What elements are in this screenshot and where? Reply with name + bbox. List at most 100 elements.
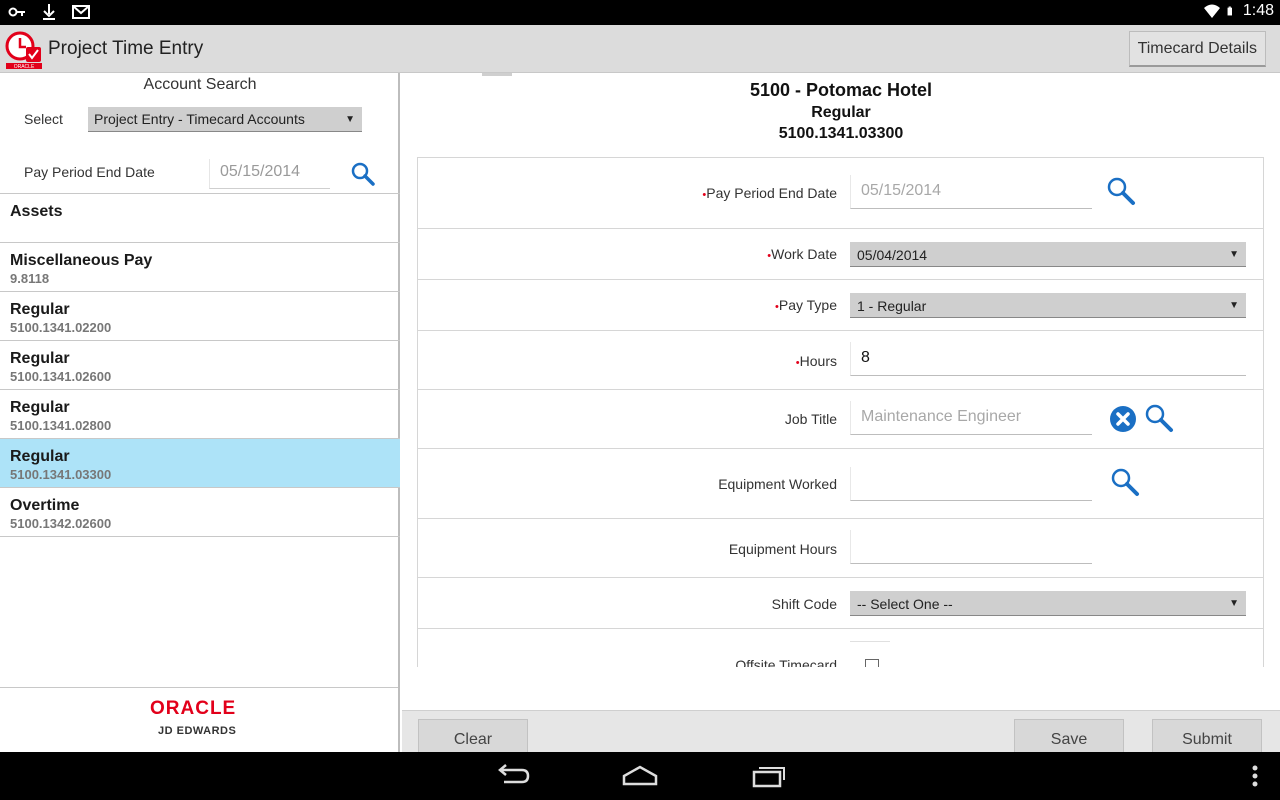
work-date-label: •Work Date (767, 246, 837, 262)
account-title: Miscellaneous Pay (10, 252, 153, 269)
row-shift-code: Shift Code -- Select One -- ▼ (418, 578, 1263, 629)
pay-period-end-date-label-text: Pay Period End Date (706, 185, 837, 201)
submit-button[interactable]: Submit (1152, 719, 1262, 753)
timecard-form: •Pay Period End Date 05/15/2014 •Work Da… (417, 157, 1264, 667)
offsite-timecard-label: Offsite Timecard (735, 657, 837, 667)
equipment-worked-input[interactable] (850, 467, 1092, 501)
row-equipment-worked: Equipment Worked (418, 449, 1263, 519)
account-item-overtime-02600[interactable]: Overtime 5100.1342.02600 (0, 488, 400, 537)
dropdown-caret-icon: ▼ (1229, 300, 1239, 311)
app-logo-icon[interactable]: ORACLE (4, 30, 44, 70)
row-pay-period-end-date: •Pay Period End Date 05/15/2014 (418, 158, 1263, 229)
account-title: Regular (10, 350, 70, 367)
job-title-label: Job Title (784, 411, 837, 427)
gmail-icon (72, 5, 90, 19)
hours-input[interactable]: 8 (850, 342, 1246, 376)
timecard-details-button[interactable]: Timecard Details (1128, 31, 1266, 67)
search-icon[interactable] (1106, 176, 1136, 206)
account-item-regular-02200[interactable]: Regular 5100.1341.02200 (0, 292, 400, 341)
account-list: Assets Miscellaneous Pay 9.8118 Regular … (0, 193, 400, 537)
save-button[interactable]: Save (1014, 719, 1124, 753)
equipment-hours-label: Equipment Hours (728, 541, 837, 557)
account-type-dropdown[interactable]: Project Entry - Timecard Accounts ▼ (88, 107, 362, 132)
back-icon[interactable] (492, 762, 532, 790)
key-icon (8, 7, 25, 17)
account-number: 5100.1341.03300 (10, 467, 112, 482)
battery-icon (1227, 6, 1232, 16)
hours-label-text: Hours (799, 353, 837, 369)
detail-header-project: 5100 - Potomac Hotel (749, 80, 933, 100)
account-title: Assets (10, 203, 63, 220)
clear-button[interactable]: Clear (418, 719, 528, 753)
row-pay-type: •Pay Type 1 - Regular ▼ (418, 280, 1263, 331)
pay-period-end-label: Pay Period End Date (24, 164, 155, 180)
pane-grip (482, 73, 512, 76)
account-type-value: Project Entry - Timecard Accounts (94, 111, 305, 127)
equipment-worked-label: Equipment Worked (718, 476, 837, 492)
account-item-assets[interactable]: Assets (0, 194, 400, 243)
account-title: Regular (10, 301, 70, 318)
account-search-pane: Account Search Select Project Entry - Ti… (0, 73, 400, 752)
account-number: 5100.1341.02800 (10, 418, 112, 433)
job-title-input[interactable]: Maintenance Engineer (850, 401, 1092, 435)
pay-period-end-date-input[interactable]: 05/15/2014 (850, 175, 1092, 209)
status-time: 1:48 (1242, 2, 1274, 19)
account-title: Overtime (10, 497, 80, 514)
pay-type-label: •Pay Type (775, 297, 837, 313)
account-number: 5100.1342.02600 (10, 516, 112, 531)
account-item-misc-pay[interactable]: Miscellaneous Pay 9.8118 (0, 243, 400, 292)
work-date-value: 05/04/2014 (857, 247, 928, 263)
row-job-title: Job Title Maintenance Engineer (418, 390, 1263, 449)
recent-apps-icon[interactable] (748, 762, 788, 790)
dropdown-caret-icon: ▼ (1229, 598, 1239, 609)
dropdown-caret-icon: ▼ (1229, 249, 1239, 260)
pay-period-end-date-label: •Pay Period End Date (702, 185, 837, 201)
account-item-regular-02800[interactable]: Regular 5100.1341.02800 (0, 390, 400, 439)
offsite-timecard-checkbox[interactable] (865, 659, 879, 667)
pay-type-dropdown[interactable]: 1 - Regular ▼ (850, 293, 1246, 318)
account-item-regular-02600[interactable]: Regular 5100.1341.02600 (0, 341, 400, 390)
shift-code-dropdown[interactable]: -- Select One -- ▼ (850, 591, 1246, 616)
row-offsite-timecard: Offsite Timecard (418, 629, 1263, 667)
search-icon[interactable] (350, 161, 376, 187)
divider (850, 641, 890, 642)
account-number: 5100.1341.02200 (10, 320, 112, 335)
select-label: Select (24, 111, 63, 127)
row-equipment-hours: Equipment Hours (418, 519, 1263, 578)
row-hours: •Hours 8 (418, 331, 1263, 390)
status-bar: 1:48 (0, 0, 1280, 25)
work-date-dropdown[interactable]: 05/04/2014 ▼ (850, 242, 1246, 267)
account-item-regular-03300[interactable]: Regular 5100.1341.03300 (0, 439, 400, 488)
hours-label: •Hours (796, 353, 837, 369)
download-icon (43, 4, 55, 20)
detail-header-type: Regular (811, 104, 871, 121)
jd-edwards-logo: JD EDWARDS (158, 725, 237, 737)
account-title: Regular (10, 448, 70, 465)
pay-type-value: 1 - Regular (857, 298, 927, 314)
overflow-menu-icon[interactable] (1240, 762, 1270, 790)
timecard-detail-pane: 5100 - Potomac Hotel Regular 5100.1341.0… (402, 73, 1280, 752)
app-title: Project Time Entry (48, 38, 204, 59)
home-icon[interactable] (620, 762, 660, 790)
account-number: 9.8118 (10, 271, 50, 286)
left-footer: ORACLE JD EDWARDS (0, 687, 398, 752)
search-icon[interactable] (1110, 467, 1140, 497)
row-work-date: •Work Date 05/04/2014 ▼ (418, 229, 1263, 280)
pay-period-end-input[interactable]: 05/15/2014 (209, 159, 330, 189)
account-title: Regular (10, 399, 70, 416)
equipment-hours-input[interactable] (850, 530, 1092, 564)
detail-header-account: 5100.1341.03300 (778, 125, 904, 142)
dropdown-caret-icon: ▼ (345, 114, 355, 125)
wifi-icon (1203, 4, 1220, 18)
search-icon[interactable] (1144, 403, 1174, 433)
bottom-button-bar: Clear Save Submit (402, 710, 1280, 753)
clear-icon[interactable] (1108, 404, 1138, 434)
account-number: 5100.1341.02600 (10, 369, 112, 384)
logo-text: ORACLE (14, 64, 35, 70)
action-bar: ORACLE Project Time Entry Timecard Detai… (0, 25, 1280, 73)
android-nav-bar (0, 752, 1280, 800)
shift-code-value: -- Select One -- (857, 596, 953, 612)
pay-type-label-text: Pay Type (778, 297, 837, 313)
shift-code-label: Shift Code (771, 596, 837, 612)
work-date-label-text: Work Date (771, 246, 837, 262)
